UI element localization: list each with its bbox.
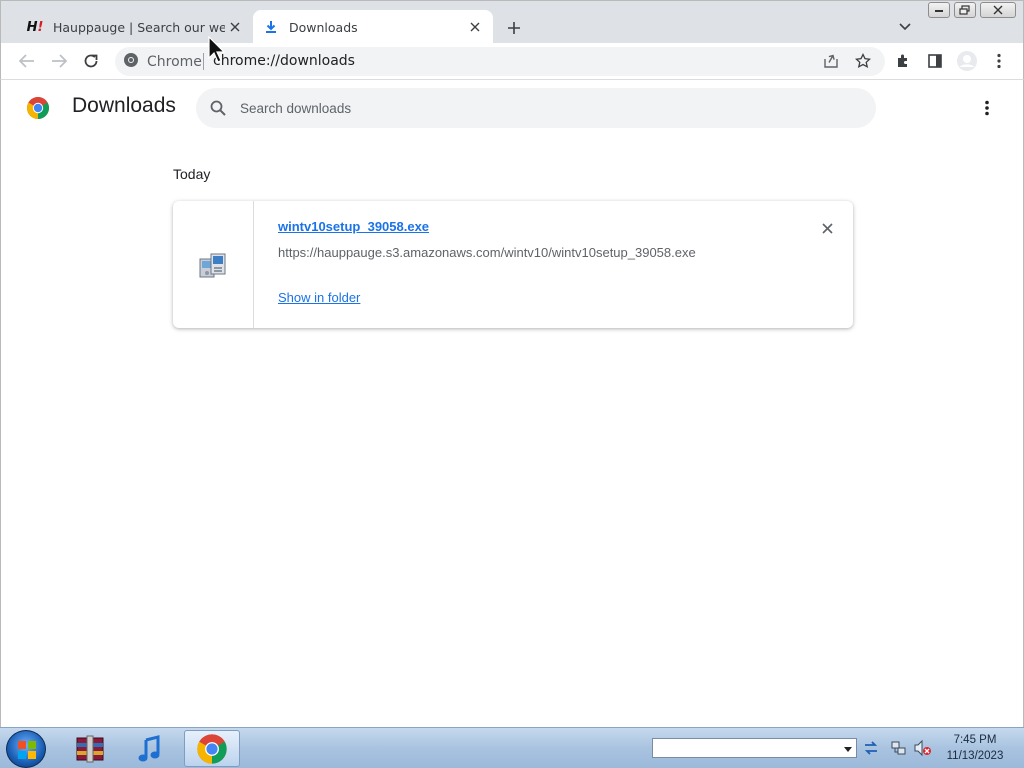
restore-button[interactable] bbox=[954, 2, 976, 18]
chrome-menu-icon[interactable] bbox=[986, 48, 1012, 74]
hauppauge-favicon-icon: H! bbox=[26, 19, 44, 35]
clock-date: 11/13/2023 bbox=[946, 750, 1004, 762]
installer-file-icon bbox=[197, 249, 229, 281]
file-source-url[interactable]: https://hauppauge.s3.amazonaws.com/wintv… bbox=[278, 245, 696, 260]
toolbar: Chrome chrome://downloads bbox=[0, 43, 1024, 80]
chrome-taskbar-icon[interactable] bbox=[184, 730, 240, 767]
side-panel-icon[interactable] bbox=[922, 48, 948, 74]
extensions-icon[interactable] bbox=[890, 48, 916, 74]
share-icon[interactable] bbox=[818, 48, 844, 74]
chrome-logo-icon bbox=[26, 96, 50, 120]
tab-title: Hauppauge | Search our website bbox=[53, 19, 225, 35]
back-button[interactable] bbox=[14, 48, 40, 74]
page-title: Downloads bbox=[72, 94, 176, 117]
omnibox-divider bbox=[203, 53, 204, 70]
downloads-search[interactable] bbox=[196, 88, 876, 128]
new-tab-button[interactable] bbox=[501, 15, 527, 41]
downloads-page: Downloads Today wintv10setup_ bbox=[0, 80, 1024, 727]
taskbar: 7:45 PM 11/13/2023 bbox=[0, 727, 1024, 768]
system-clock[interactable]: 7:45 PM 11/13/2023 bbox=[940, 732, 1010, 764]
show-in-folder-link[interactable]: Show in folder bbox=[278, 290, 360, 305]
go-arrows-icon[interactable] bbox=[861, 738, 881, 758]
more-actions-icon[interactable] bbox=[975, 96, 999, 120]
profile-avatar-icon[interactable] bbox=[954, 48, 980, 74]
remove-from-list-icon[interactable] bbox=[816, 217, 838, 239]
volume-muted-icon[interactable] bbox=[913, 738, 933, 758]
chip-label: Chrome bbox=[147, 53, 202, 70]
clock-time: 7:45 PM bbox=[953, 734, 997, 746]
search-input[interactable] bbox=[240, 88, 860, 128]
file-icon-area bbox=[173, 201, 254, 328]
file-name-link[interactable]: wintv10setup_39058.exe bbox=[278, 219, 429, 234]
close-icon[interactable] bbox=[225, 17, 245, 37]
winrar-icon[interactable] bbox=[62, 730, 118, 767]
reload-button[interactable] bbox=[78, 48, 104, 74]
chrome-page-icon bbox=[123, 52, 139, 72]
start-button[interactable] bbox=[6, 730, 46, 768]
taskbar-address-input[interactable] bbox=[652, 738, 857, 758]
network-icon[interactable] bbox=[889, 738, 909, 758]
tab-strip: H! Hauppauge | Search our website Downlo… bbox=[0, 0, 1024, 44]
tab-search-chevron-icon[interactable] bbox=[894, 16, 916, 38]
minimize-button[interactable] bbox=[928, 2, 950, 18]
tab-title: Downloads bbox=[289, 19, 358, 35]
forward-button[interactable] bbox=[46, 48, 72, 74]
download-item: wintv10setup_39058.exe https://hauppauge… bbox=[173, 201, 853, 328]
dropdown-arrow-icon[interactable] bbox=[842, 741, 854, 760]
omnibox[interactable]: Chrome chrome://downloads bbox=[115, 47, 885, 76]
tab-downloads[interactable]: Downloads bbox=[253, 10, 493, 44]
bookmark-star-icon[interactable] bbox=[850, 48, 876, 74]
download-icon bbox=[263, 19, 279, 35]
close-window-button[interactable] bbox=[980, 2, 1016, 18]
mouse-cursor-icon bbox=[208, 35, 230, 68]
itunes-icon[interactable] bbox=[122, 730, 178, 767]
date-heading: Today bbox=[173, 166, 211, 182]
chrome-chip[interactable]: Chrome bbox=[123, 47, 202, 76]
close-icon[interactable] bbox=[465, 17, 485, 37]
address-url[interactable]: chrome://downloads bbox=[213, 47, 355, 76]
search-icon bbox=[209, 99, 227, 121]
